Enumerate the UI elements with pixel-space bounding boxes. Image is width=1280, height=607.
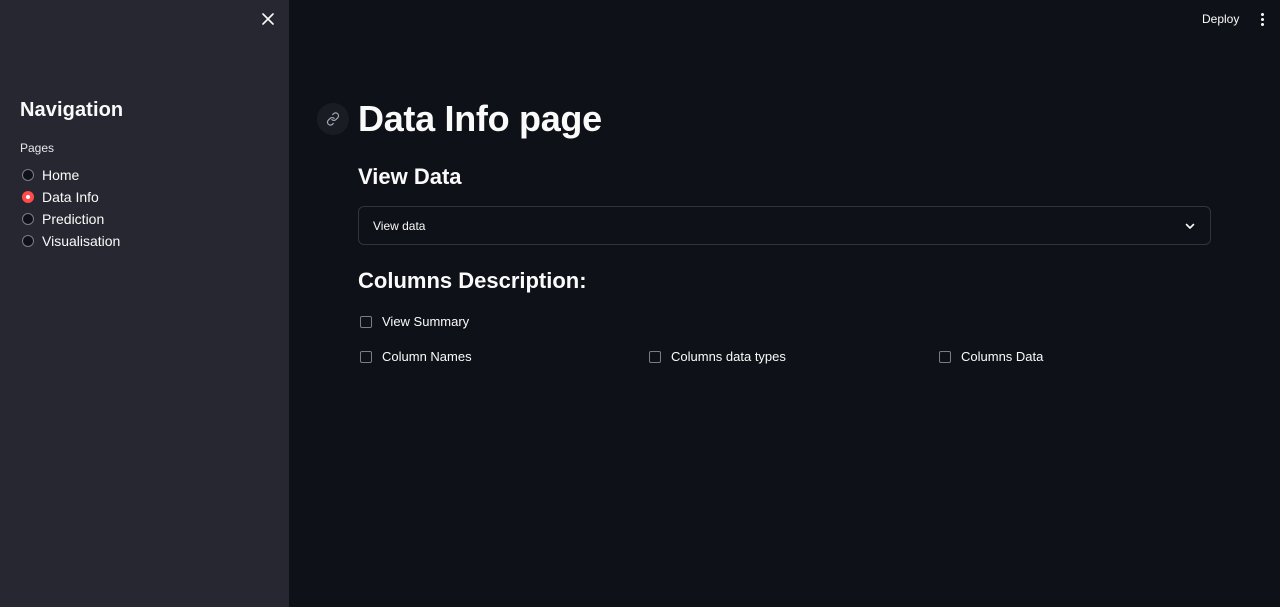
view-data-heading: View Data <box>358 164 462 189</box>
checkbox-box[interactable] <box>360 350 372 363</box>
radio-button[interactable] <box>22 169 34 181</box>
sidebar-item-data-info[interactable]: Data Info <box>22 186 120 208</box>
sidebar: Navigation Pages Home Data Info Predicti… <box>0 0 289 607</box>
sidebar-item-home[interactable]: Home <box>22 164 120 186</box>
columns-description-heading: Columns Description: <box>358 268 587 293</box>
radio-button[interactable] <box>22 235 34 247</box>
sidebar-item-label: Data Info <box>42 189 99 205</box>
sidebar-item-prediction[interactable]: Prediction <box>22 208 120 230</box>
more-vertical-icon-dot <box>1260 17 1264 21</box>
more-vertical-icon <box>1260 12 1264 16</box>
app-root: Navigation Pages Home Data Info Predicti… <box>0 0 1280 607</box>
checkbox-box[interactable] <box>360 315 372 328</box>
main-menu-button[interactable] <box>1254 9 1270 29</box>
view-data-expander[interactable]: View data <box>358 206 1211 245</box>
pages-label: Pages <box>20 141 55 155</box>
chevron-down-icon <box>1185 223 1195 229</box>
sidebar-item-visualisation[interactable]: Visualisation <box>22 230 120 252</box>
column-names-checkbox[interactable]: Column Names <box>360 349 472 364</box>
more-vertical-icon-dot <box>1260 22 1264 26</box>
columns-data-types-checkbox[interactable]: Columns data types <box>649 349 786 364</box>
columns-data-checkbox[interactable]: Columns Data <box>939 349 1043 364</box>
checkbox-label: View Summary <box>382 314 470 329</box>
pages-radio-group: Home Data Info Prediction Visualisation <box>22 164 120 252</box>
close-sidebar-button[interactable] <box>258 9 278 29</box>
page-title: Data Info page <box>358 98 602 139</box>
radio-button-selected[interactable] <box>22 191 34 203</box>
sidebar-item-label: Prediction <box>42 211 105 227</box>
checkbox-label: Column Names <box>382 349 472 364</box>
checkbox-label: Columns data types <box>671 349 786 364</box>
view-summary-checkbox[interactable]: View Summary <box>360 314 469 329</box>
sidebar-title: Navigation <box>20 99 124 121</box>
radio-button[interactable] <box>22 213 34 225</box>
close-icon <box>262 13 274 25</box>
sidebar-item-label: Home <box>42 167 80 183</box>
sidebar-item-label: Visualisation <box>42 233 121 249</box>
checkbox-box[interactable] <box>939 350 951 363</box>
heading-anchor-link[interactable] <box>317 103 349 135</box>
link-icon <box>326 112 340 126</box>
expander-label: View data <box>373 218 426 233</box>
checkbox-label: Columns Data <box>961 349 1044 364</box>
checkbox-box[interactable] <box>649 350 661 363</box>
deploy-button[interactable]: Deploy <box>1196 9 1245 29</box>
